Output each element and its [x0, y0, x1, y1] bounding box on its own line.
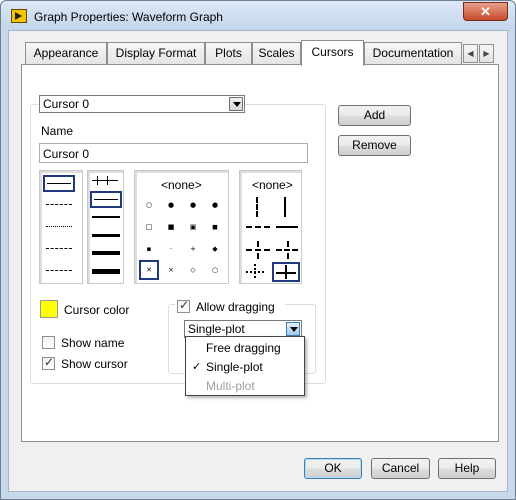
width-2-line-icon[interactable] [92, 216, 120, 218]
dash-dot-line-style-icon[interactable] [46, 248, 72, 249]
remove-cursor-button[interactable]: Remove [338, 135, 411, 156]
dotted-line-style-icon[interactable] [46, 226, 72, 227]
tab-documentation[interactable]: Documentation [364, 42, 462, 65]
show-cursor-checkbox[interactable] [42, 355, 55, 370]
cursor-color-label: Cursor color [64, 303, 130, 317]
line-width-palette[interactable] [87, 170, 124, 284]
show-name-checkbox[interactable] [42, 336, 55, 349]
small-square-point-icon[interactable]: ◼ [212, 223, 218, 231]
cursor-color-swatch[interactable] [40, 300, 58, 318]
tab-scroll-left-icon[interactable]: ◀ [463, 44, 478, 63]
dotted-cross-vertical-icon [254, 264, 256, 278]
tab-appearance[interactable]: Appearance [25, 42, 107, 65]
width-4-line-icon[interactable] [92, 251, 120, 255]
point-none-option[interactable]: <none> [161, 178, 202, 192]
crosshair-tick-icon [107, 176, 108, 185]
boxed-square-point-icon[interactable]: ▣ [190, 223, 197, 231]
filled-circle-point-icon[interactable]: ● [190, 201, 196, 209]
tab-cursors[interactable]: Cursors [301, 40, 364, 66]
filled-square-point-icon[interactable]: ■ [168, 223, 175, 231]
point-point-icon[interactable]: · [170, 245, 172, 253]
solid-cross-vertical-icon [285, 265, 287, 279]
line-style-palette[interactable] [39, 170, 83, 284]
hollow-square-point-icon[interactable]: □ [146, 223, 153, 231]
crosshair-tick-icon [97, 176, 98, 185]
vertical-solid-cursor-icon[interactable] [284, 197, 286, 217]
small-x-point-icon[interactable]: × [168, 266, 174, 274]
hollow-circle-point-icon[interactable]: ○ [146, 201, 152, 209]
menu-item-free-dragging[interactable]: Free dragging [206, 341, 281, 355]
labview-app-icon [11, 9, 27, 23]
menu-item-multi-plot: Multi-plot [206, 379, 255, 393]
crosshair-line-width-icon[interactable] [92, 180, 118, 181]
close-button[interactable]: ✕ [463, 2, 508, 21]
width-1-line-icon[interactable] [94, 199, 118, 200]
help-button[interactable]: Help [438, 458, 496, 479]
tab-scales[interactable]: Scales [252, 42, 301, 65]
dot-point-icon[interactable]: ● [168, 201, 174, 209]
add-cursor-button[interactable]: Add [338, 105, 411, 126]
cursor-name-value: Cursor 0 [43, 147, 90, 161]
cursor-shape-palette[interactable]: <none> [239, 170, 302, 284]
diamond-point-icon[interactable]: ◆ [212, 245, 217, 253]
cursor-select-value: Cursor 0 [43, 97, 90, 111]
cross-dashed2-vertical-icon [287, 241, 289, 259]
tab-plots[interactable]: Plots [205, 42, 252, 65]
window-title: Graph Properties: Waveform Graph [34, 10, 223, 24]
show-cursor-label: Show cursor [61, 357, 128, 371]
tiny-square-point-icon[interactable]: ▪ [147, 245, 152, 253]
chevron-down-icon[interactable] [229, 97, 243, 111]
solid-line-style-icon[interactable] [47, 183, 71, 184]
drag-mode-menu: Free dragging ✓ Single-plot Multi-plot [185, 336, 305, 396]
allow-dragging-checkbox[interactable] [177, 298, 190, 313]
large-dot-point-icon[interactable]: ● [212, 201, 218, 209]
point-style-palette[interactable]: <none> ○ ● ● ● □ ■ ▣ ◼ ▪ · + ◆ ✕ × ◇ ○ [134, 170, 229, 284]
plus-point-icon[interactable]: + [190, 245, 196, 253]
cursor-none-option[interactable]: <none> [252, 178, 293, 192]
chevron-down-icon[interactable] [286, 322, 300, 336]
ok-button[interactable]: OK [304, 458, 362, 479]
allow-dragging-label: Allow dragging [196, 300, 275, 314]
tab-scroll-right-icon[interactable]: ▶ [479, 44, 494, 63]
tab-display-format[interactable]: Display Format [107, 42, 205, 65]
width-3-line-icon[interactable] [92, 234, 120, 237]
checkmark-icon: ✓ [192, 360, 202, 373]
cancel-button[interactable]: Cancel [371, 458, 430, 479]
horizontal-dashed-cursor-icon[interactable] [246, 226, 270, 228]
dashed-line-style-icon[interactable] [46, 204, 72, 205]
ring-point-icon[interactable]: ○ [212, 266, 218, 274]
title-bar: Graph Properties: Waveform Graph ✕ [1, 1, 515, 31]
vertical-dashed-cursor-icon[interactable] [256, 197, 258, 217]
drag-mode-value: Single-plot [188, 322, 245, 336]
show-name-label: Show name [61, 336, 125, 350]
cross-dashed-vertical-icon [257, 241, 259, 259]
dash-dot-dot-line-style-icon[interactable] [46, 270, 72, 271]
cursor-name-field[interactable]: Cursor 0 [39, 143, 308, 163]
menu-item-single-plot[interactable]: Single-plot [206, 360, 263, 374]
name-label: Name [41, 124, 74, 138]
selected-point-style-icon[interactable] [139, 260, 159, 280]
width-5-line-icon[interactable] [92, 269, 120, 274]
hollow-diamond-point-icon[interactable]: ◇ [190, 266, 195, 274]
cursor-select-dropdown[interactable]: Cursor 0 [39, 95, 245, 113]
horizontal-solid-cursor-icon[interactable] [276, 226, 298, 228]
